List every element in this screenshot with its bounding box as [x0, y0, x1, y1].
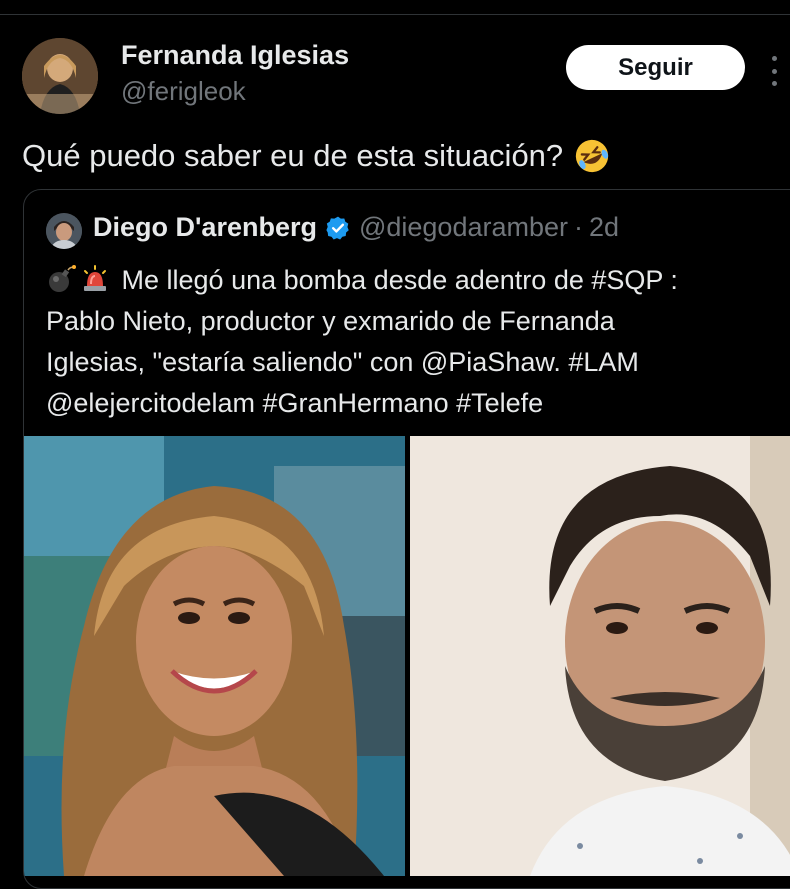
siren-emoji: [84, 265, 106, 291]
quoted-text-line-1: Me llegó una bomba desde adentro de #SQP…: [121, 265, 678, 295]
quoted-text-line-4: @elejercitodelam #GranHermano #Telefe: [46, 388, 544, 418]
quoted-text-line-2: Pablo Nieto, productor y exmarido de Fer…: [46, 306, 615, 336]
quoted-tweet-card[interactable]: Diego D'arenberg @diegodaramber · 2d Me …: [23, 189, 790, 889]
quoted-author-avatar[interactable]: [46, 213, 82, 249]
separator-dot: ·: [574, 212, 583, 242]
follow-button[interactable]: Seguir: [566, 45, 745, 90]
author-avatar[interactable]: [22, 38, 98, 114]
more-options-icon[interactable]: [769, 56, 779, 86]
quoted-text-line: Me llegó una bomba desde adentro de #SQP…: [46, 260, 786, 301]
quoted-author-name[interactable]: Diego D'arenberg: [93, 212, 317, 243]
verified-badge-icon: [326, 216, 349, 239]
quoted-header: Diego D'arenberg @diegodaramber · 2d: [93, 212, 619, 243]
tweet-text-content: Qué puedo saber eu de esta situación?: [22, 138, 564, 173]
author-handle[interactable]: @ferigleok: [121, 76, 246, 107]
quoted-timestamp[interactable]: 2d: [589, 212, 619, 243]
bomb-emoji: [49, 265, 76, 292]
top-divider: [0, 14, 790, 15]
tweet-text: Qué puedo saber eu de esta situación?: [22, 137, 611, 175]
quoted-text: Me llegó una bomba desde adentro de #SQP…: [46, 260, 786, 424]
photo-woman-smiling[interactable]: [24, 436, 405, 876]
quoted-media: [24, 436, 790, 888]
quoted-text-line-3: Iglesias, "estaría saliendo" con @PiaSha…: [46, 347, 639, 377]
author-name[interactable]: Fernanda Iglesias: [121, 40, 349, 71]
photo-man-bearded[interactable]: [410, 436, 790, 876]
rolling-on-floor-laughing-emoji: [576, 139, 609, 173]
quoted-author-handle[interactable]: @diegodaramber: [359, 212, 568, 243]
